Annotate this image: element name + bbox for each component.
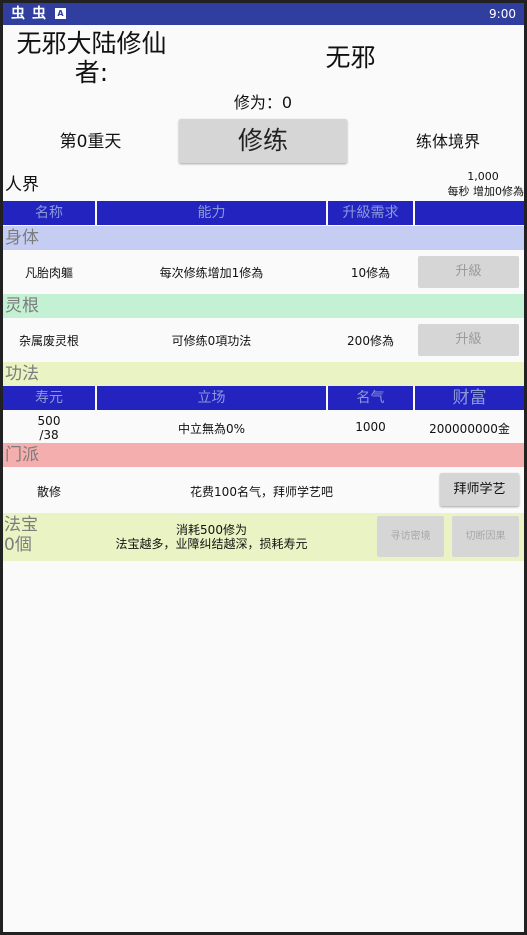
cut-karma-button[interactable]: 切断因果	[452, 516, 519, 557]
world-value: 1,000	[467, 170, 499, 183]
stats-header: 寿元 立场 名气 财富	[3, 386, 524, 410]
status-bar: 虫 虫 A 9:00	[3, 3, 524, 25]
body-ability: 每次修练增加1修為	[159, 266, 264, 280]
world-rate: 每秒 增加0修為	[447, 185, 525, 198]
header-wealth: 财富	[452, 388, 487, 408]
body-name: 凡胎肉軀	[24, 266, 73, 280]
header-action	[415, 201, 524, 225]
bug-icon-2: 虫	[32, 6, 46, 22]
treasure-label: 法宝	[4, 515, 38, 535]
cultivation-value: 修为：0	[233, 93, 293, 112]
app-screen: 虫 虫 A 9:00 无邪大陆修仙者: 无邪 修为：0 第0重天 修练 练体境界…	[3, 3, 524, 932]
sect-row: 散修 花费100名气，拜师学艺吧 拜师学艺	[3, 467, 524, 513]
header-stance: 立场	[197, 390, 226, 406]
treasure-warning: 法宝越多，业障纠结越深，损耗寿元	[115, 537, 308, 551]
section-body: 身体	[3, 226, 524, 250]
world-label: 人界	[5, 175, 39, 195]
section-sect: 门派	[3, 443, 524, 467]
spirit-root-upgrade-button[interactable]: 升級	[418, 324, 519, 356]
bug-icon: 虫	[11, 6, 25, 22]
stance-value: 中立無為0%	[177, 422, 246, 436]
table-row: 杂属废灵根 可修练0項功法 200修為 升級	[3, 318, 524, 362]
player-name: 无邪	[325, 43, 376, 72]
table-row: 凡胎肉軀 每次修练增加1修為 10修為 升級	[3, 250, 524, 294]
wealth-value: 200000000金	[429, 422, 510, 436]
apprentice-button[interactable]: 拜师学艺	[440, 473, 519, 506]
lifespan-max: /38	[39, 428, 59, 442]
a-icon: A	[55, 8, 66, 19]
seek-realm-button[interactable]: 寻访密境	[377, 516, 444, 557]
fame-value: 1000	[355, 420, 386, 434]
sect-name: 散修	[36, 485, 61, 499]
page-title: 无邪大陆修仙者:	[16, 29, 167, 87]
day-label: 第0重天	[59, 132, 122, 152]
header-ability: 能力	[197, 205, 226, 221]
treasure-section: 法宝 0個 消耗500修为 法宝越多，业障纠结越深，损耗寿元 寻访密境 切断因果	[3, 513, 524, 561]
sect-description: 花费100名气，拜师学艺吧	[190, 485, 333, 499]
body-upgrade-button[interactable]: 升級	[418, 256, 519, 288]
body-requirement: 10修為	[350, 266, 391, 280]
header-fame: 名气	[356, 390, 385, 406]
section-spirit-root: 灵根	[3, 294, 524, 318]
header-requirement: 升級需求	[342, 205, 399, 221]
spirit-root-ability: 可修练0項功法	[171, 334, 252, 348]
stats-row: 500 /38 中立無為0% 1000 200000000金	[3, 410, 524, 443]
section-technique: 功法	[3, 362, 524, 386]
realm-label: 练体境界	[415, 132, 480, 151]
spirit-root-name: 杂属废灵根	[18, 334, 79, 348]
treasure-cost: 消耗500修为	[176, 523, 247, 537]
header-name: 名称	[35, 205, 63, 221]
spirit-root-requirement: 200修為	[347, 334, 394, 348]
table-header: 名称 能力 升級需求	[3, 201, 524, 225]
header-lifespan: 寿元	[35, 390, 63, 406]
practice-button[interactable]: 修练	[179, 119, 347, 163]
treasure-count: 0個	[4, 535, 32, 555]
status-time: 9:00	[489, 7, 516, 21]
lifespan-value: 500	[37, 414, 61, 428]
